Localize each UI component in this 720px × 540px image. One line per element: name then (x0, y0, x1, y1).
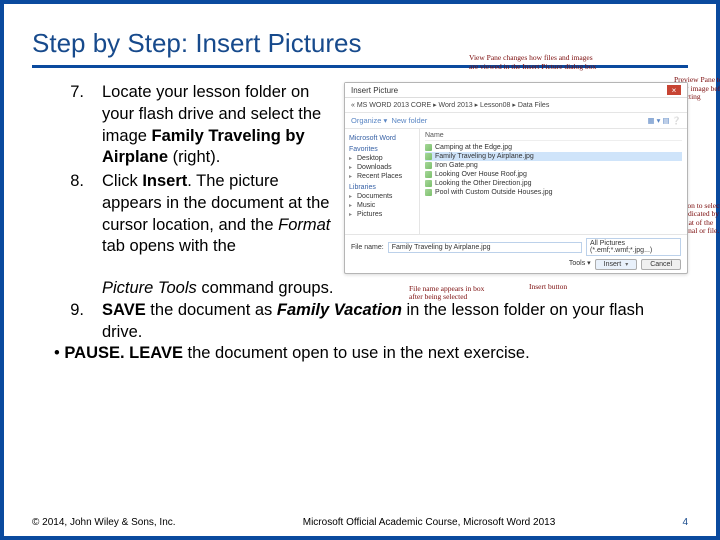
filename-input[interactable]: Family Traveling by Airplane.jpg (388, 242, 582, 253)
callout-insert-button: Insert button (529, 283, 584, 292)
step-7: 7. Locate your lesson folder on your fla… (32, 82, 332, 169)
list-item[interactable]: Pool with Custom Outside Houses.jpg (425, 188, 682, 197)
view-icons[interactable]: ▦ ▾ ▤ ❔ (647, 116, 681, 125)
page-number: 4 (682, 517, 688, 528)
filename-label: File name: (351, 244, 384, 251)
list-item[interactable]: Camping at the Edge.jpg (425, 143, 682, 152)
breadcrumb[interactable]: « MS WORD 2013 CORE ▸ Word 2013 ▸ Lesson… (345, 98, 687, 113)
course-name: Microsoft Official Academic Course, Micr… (303, 517, 556, 528)
callout-filename: File name appears in box after being sel… (409, 285, 499, 302)
cancel-button[interactable]: Cancel (641, 259, 681, 270)
step-9: 9. SAVE the document as Family Vacation … (32, 300, 688, 344)
file-list[interactable]: Name Camping at the Edge.jpg Family Trav… (420, 129, 687, 234)
list-item[interactable]: Looking the Other Direction.jpg (425, 179, 682, 188)
pause-note: PAUSE. LEAVE the document open to use in… (46, 343, 688, 365)
step-8-continued: tab opens with the Picture Tools command… (32, 278, 688, 300)
dialog-title-text: Insert Picture (351, 86, 398, 95)
copyright: © 2014, John Wiley & Sons, Inc. (32, 517, 176, 528)
insert-picture-dialog: Insert Picture × « MS WORD 2013 CORE ▸ W… (344, 82, 688, 274)
slide-footer: © 2014, John Wiley & Sons, Inc. Microsof… (32, 517, 688, 528)
list-item-selected[interactable]: Family Traveling by Airplane.jpg (425, 152, 682, 161)
close-icon[interactable]: × (667, 85, 681, 95)
organize-button[interactable]: Organize ▾ (351, 116, 387, 125)
insert-button[interactable]: Insert (595, 259, 638, 270)
nav-pane[interactable]: Microsoft Word Favorites Desktop Downloa… (345, 129, 420, 234)
list-item[interactable]: Looking Over House Roof.jpg (425, 170, 682, 179)
callout-view-pane: View Pane changes how files and images a… (469, 54, 599, 71)
new-folder-button[interactable]: New folder (391, 116, 427, 125)
insert-picture-figure: View Pane changes how files and images a… (344, 82, 688, 274)
list-item[interactable]: Iron Gate.png (425, 161, 682, 170)
filetype-select[interactable]: All Pictures (*.emf;*.wmf;*.jpg...) (586, 238, 681, 256)
tools-button[interactable]: Tools ▾ (569, 259, 591, 270)
step-8-partial: 8. Click Insert. The picture appears in … (32, 171, 332, 258)
